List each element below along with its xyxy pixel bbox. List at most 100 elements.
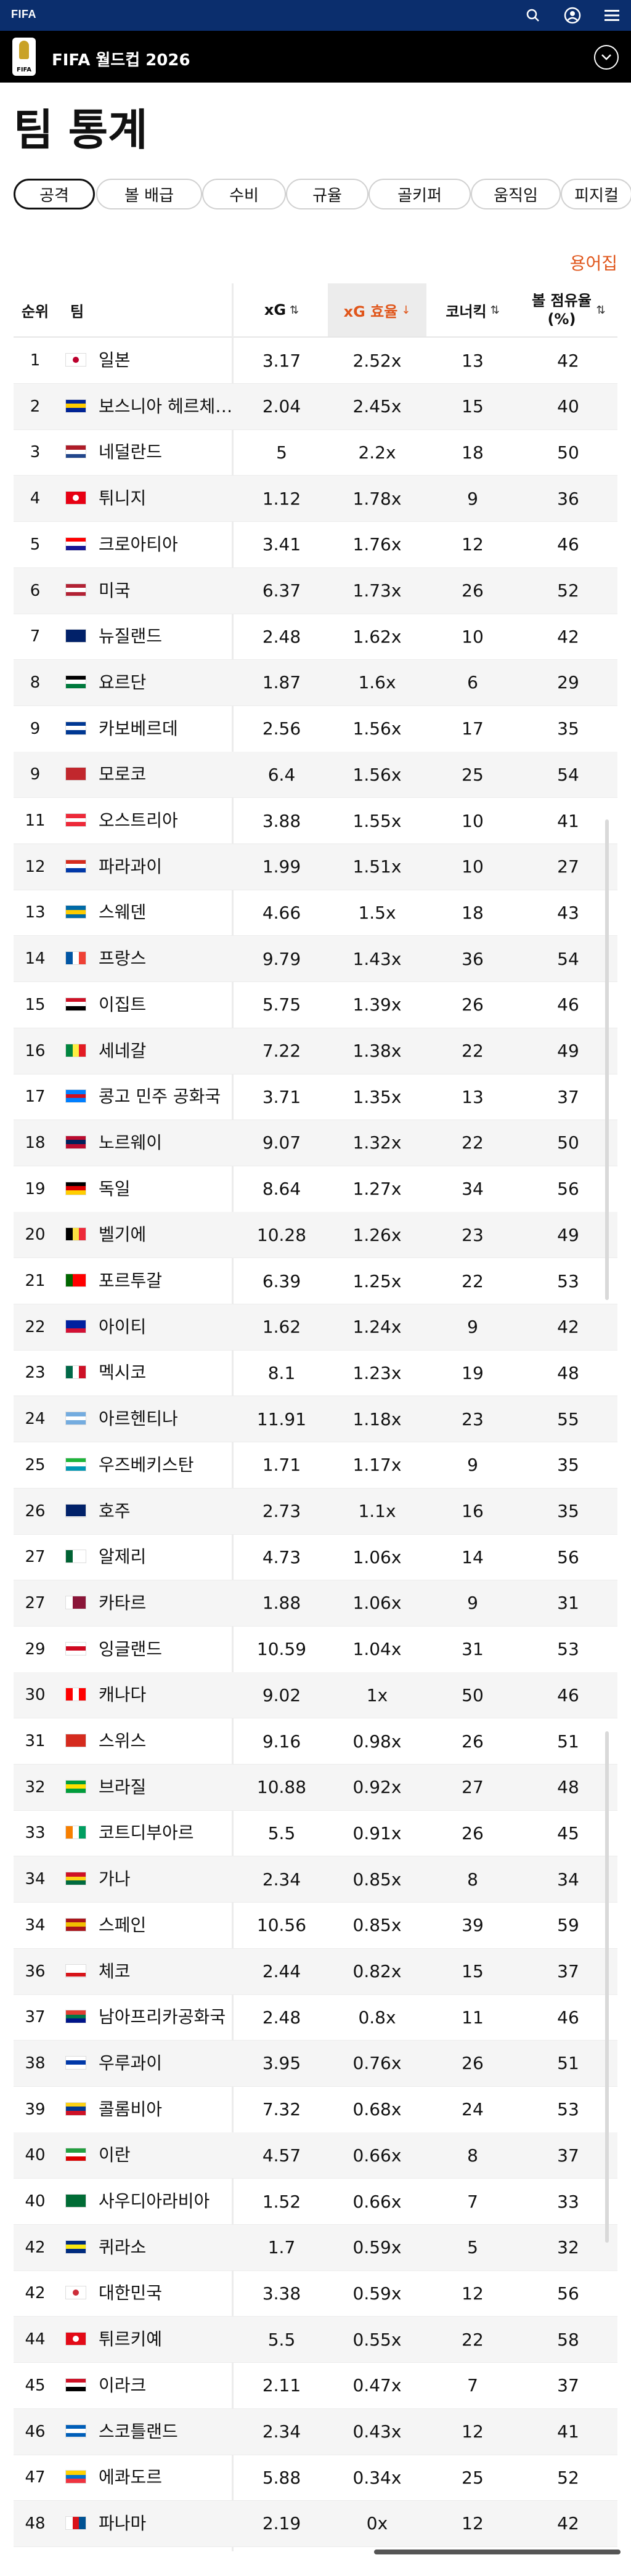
- team-name[interactable]: 노르웨이: [99, 1120, 234, 1166]
- team-name[interactable]: 스위스: [99, 1718, 234, 1764]
- team-name[interactable]: 우즈베키스탄: [99, 1442, 234, 1488]
- table-row[interactable]: 34 스페인 10.56 0.85x 39 59: [14, 1903, 617, 1949]
- glossary-link[interactable]: 용어집: [570, 250, 617, 275]
- team-name[interactable]: 세네갈: [99, 1028, 234, 1074]
- user-circle-icon[interactable]: [562, 5, 583, 26]
- tab-4[interactable]: 규율: [286, 179, 368, 209]
- table-row[interactable]: 31 스위스 9.16 0.98x 26 51: [14, 1718, 617, 1765]
- team-name[interactable]: 멕시코: [99, 1350, 234, 1396]
- tab-3[interactable]: 수비: [202, 179, 286, 209]
- header-possession[interactable]: 볼 점유율 (%) ⇅: [519, 283, 617, 336]
- table-row[interactable]: 9 카보베르데 2.56 1.56x 17 35: [14, 706, 617, 752]
- team-name[interactable]: 튀르키예: [99, 2317, 234, 2362]
- team-name[interactable]: 호주: [99, 1489, 234, 1534]
- table-row[interactable]: 37 남아프리카공화국 2.48 0.8x 11 46: [14, 1994, 617, 2041]
- team-name[interactable]: 콜롬비아: [99, 2087, 234, 2132]
- table-row[interactable]: 20 벨기에 10.28 1.26x 23 49: [14, 1212, 617, 1259]
- table-row[interactable]: 27 알제리 4.73 1.06x 14 56: [14, 1534, 617, 1581]
- tab-1[interactable]: 공격: [14, 179, 95, 209]
- team-name[interactable]: 튀니지: [99, 476, 234, 521]
- team-name[interactable]: 일본: [99, 338, 234, 383]
- team-name[interactable]: 크로아티아: [99, 522, 234, 567]
- team-name[interactable]: 스페인: [99, 1903, 234, 1948]
- team-name[interactable]: 코트디부아르: [99, 1810, 234, 1856]
- team-name[interactable]: 스웨덴: [99, 890, 234, 935]
- table-row[interactable]: 7 뉴질랜드 2.48 1.62x 10 42: [14, 614, 617, 660]
- table-row[interactable]: 32 브라질 10.88 0.92x 27 48: [14, 1764, 617, 1811]
- table-row[interactable]: 21 포르투갈 6.39 1.25x 22 53: [14, 1258, 617, 1304]
- team-name[interactable]: 모로코: [99, 752, 234, 797]
- team-name[interactable]: 브라질: [99, 1765, 234, 1810]
- team-name[interactable]: 뉴질랜드: [99, 614, 234, 659]
- table-row[interactable]: 4 튀니지 1.12 1.78x 9 36: [14, 476, 617, 522]
- table-row[interactable]: 38 우루과이 3.95 0.76x 26 51: [14, 2040, 617, 2087]
- team-name[interactable]: 보스니아 헤르체고비나: [99, 384, 234, 429]
- team-name[interactable]: 에콰도르: [99, 2455, 234, 2500]
- team-name[interactable]: 파나마: [99, 2501, 234, 2546]
- table-row[interactable]: 2 보스니아 헤르체고비나 2.04 2.45x 15 40: [14, 383, 617, 430]
- team-name[interactable]: 카보베르데: [99, 706, 234, 752]
- table-row[interactable]: 8 요르단 1.87 1.6x 6 29: [14, 659, 617, 706]
- table-row[interactable]: 5 크로아티아 3.41 1.76x 12 46: [14, 522, 617, 568]
- table-row[interactable]: 42 대한민국 3.38 0.59x 12 56: [14, 2270, 617, 2317]
- table-row[interactable]: 9 모로코 6.4 1.56x 25 54: [14, 752, 617, 798]
- table-row[interactable]: 23 멕시코 8.1 1.23x 19 48: [14, 1350, 617, 1397]
- team-name[interactable]: 프랑스: [99, 936, 234, 981]
- table-row[interactable]: 46 스코틀랜드 2.34 0.43x 12 41: [14, 2408, 617, 2455]
- team-name[interactable]: 파라과이: [99, 844, 234, 890]
- team-name[interactable]: 이라크: [99, 2363, 234, 2408]
- tournament-title[interactable]: FIFA 월드컵 2026: [52, 47, 190, 70]
- team-name[interactable]: 아르헨티나: [99, 1396, 234, 1442]
- table-row[interactable]: 3 네덜란드 5 2.2x 18 50: [14, 429, 617, 476]
- table-row[interactable]: 11 오스트리아 3.88 1.55x 10 41: [14, 798, 617, 844]
- table-row[interactable]: 27 카타르 1.88 1.06x 9 31: [14, 1580, 617, 1627]
- table-row[interactable]: 40 이란 4.57 0.66x 8 37: [14, 2132, 617, 2179]
- table-row[interactable]: 1 일본 3.17 2.52x 13 42: [14, 338, 617, 384]
- table-row[interactable]: 16 세네갈 7.22 1.38x 22 49: [14, 1028, 617, 1075]
- team-name[interactable]: 벨기에: [99, 1212, 234, 1258]
- table-row[interactable]: 40 사우디아라비아 1.52 0.66x 7 33: [14, 2179, 617, 2225]
- team-name[interactable]: 오스트리아: [99, 798, 234, 843]
- team-name[interactable]: 대한민국: [99, 2270, 234, 2316]
- table-row[interactable]: 48 파나마 2.19 0x 12 42: [14, 2500, 617, 2547]
- team-name[interactable]: 알제리: [99, 1534, 234, 1580]
- table-row[interactable]: 17 콩고 민주 공화국 3.71 1.35x 13 37: [14, 1074, 617, 1121]
- table-row[interactable]: 26 호주 2.73 1.1x 16 35: [14, 1488, 617, 1535]
- table-row[interactable]: 47 에콰도르 5.88 0.34x 25 52: [14, 2455, 617, 2501]
- search-icon[interactable]: [523, 5, 543, 26]
- table-row[interactable]: 34 가나 2.34 0.85x 8 34: [14, 1856, 617, 1903]
- world-cup-logo[interactable]: FIFA: [12, 38, 36, 76]
- table-row[interactable]: 44 튀르키예 5.5 0.55x 22 58: [14, 2317, 617, 2363]
- header-xg[interactable]: xG ⇅: [235, 283, 328, 336]
- team-name[interactable]: 포르투갈: [99, 1258, 234, 1304]
- team-name[interactable]: 잉글랜드: [99, 1627, 234, 1672]
- team-name[interactable]: 체코: [99, 1949, 234, 1994]
- team-name[interactable]: 우루과이: [99, 2041, 234, 2086]
- tab-7[interactable]: 피지컬: [561, 179, 631, 209]
- team-name[interactable]: 아이티: [99, 1304, 234, 1350]
- table-row[interactable]: 36 체코 2.44 0.82x 15 37: [14, 1948, 617, 1995]
- table-row[interactable]: 39 콜롬비아 7.32 0.68x 24 53: [14, 2087, 617, 2133]
- header-xg-efficiency[interactable]: xG 효율 ↓: [328, 283, 426, 336]
- table-row[interactable]: 18 노르웨이 9.07 1.32x 22 50: [14, 1119, 617, 1166]
- team-name[interactable]: 요르단: [99, 660, 234, 705]
- team-name[interactable]: 스코틀랜드: [99, 2409, 234, 2455]
- team-name[interactable]: 퀴라소: [99, 2225, 234, 2270]
- team-name[interactable]: 네덜란드: [99, 429, 234, 475]
- table-row[interactable]: 30 캐나다 9.02 1x 50 46: [14, 1672, 617, 1719]
- home-indicator[interactable]: [374, 2550, 621, 2554]
- table-row[interactable]: 19 독일 8.64 1.27x 34 56: [14, 1166, 617, 1213]
- table-row[interactable]: 25 우즈베키스탄 1.71 1.17x 9 35: [14, 1442, 617, 1489]
- table-row[interactable]: 13 스웨덴 4.66 1.5x 18 43: [14, 890, 617, 937]
- table-row[interactable]: 42 퀴라소 1.7 0.59x 5 32: [14, 2224, 617, 2271]
- table-row[interactable]: 29 잉글랜드 10.59 1.04x 31 53: [14, 1627, 617, 1673]
- team-name[interactable]: 독일: [99, 1166, 234, 1212]
- team-name[interactable]: 카타르: [99, 1580, 234, 1626]
- tab-5[interactable]: 골키퍼: [368, 179, 471, 209]
- team-name[interactable]: 남아프리카공화국: [99, 1994, 234, 2040]
- table-row[interactable]: 24 아르헨티나 11.91 1.18x 23 55: [14, 1396, 617, 1443]
- header-corners[interactable]: 코너킥 ⇅: [426, 283, 519, 336]
- table-row[interactable]: 6 미국 6.37 1.73x 26 52: [14, 567, 617, 614]
- team-name[interactable]: 이집트: [99, 982, 234, 1028]
- table-scrollbar[interactable]: [605, 1731, 609, 2243]
